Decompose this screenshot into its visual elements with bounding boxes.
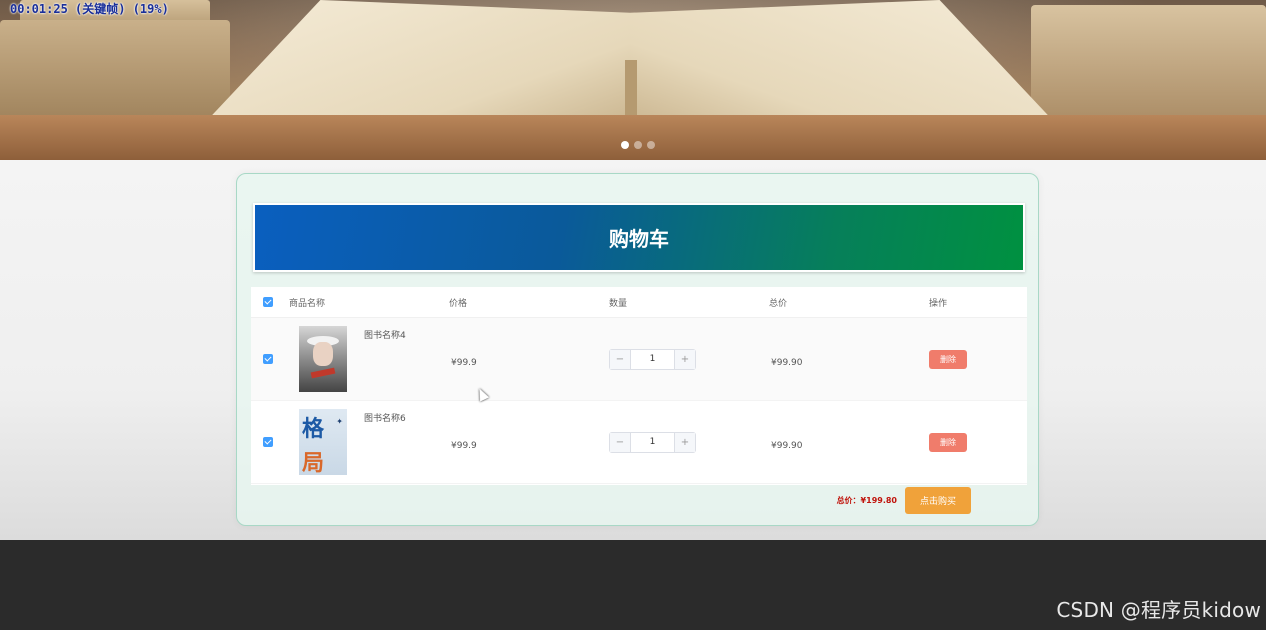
- delete-button[interactable]: 删除: [929, 432, 967, 452]
- cart-table: 商品名称 价格 数量 总价 操作 ¥99.9 − 1 + ¥99.90 删除 图…: [251, 287, 1027, 485]
- carousel-dot-2[interactable]: [634, 141, 642, 149]
- item-name: 图书名称6: [364, 414, 406, 424]
- header-action: 操作: [929, 298, 948, 309]
- cart-panel: 购物车 商品名称 价格 数量 总价 操作 ¥99.9 − 1 + ¥99.90 …: [236, 173, 1039, 526]
- carousel-indicators[interactable]: [621, 141, 655, 149]
- increase-button[interactable]: +: [674, 432, 695, 452]
- delete-button[interactable]: 删除: [929, 349, 967, 369]
- quantity-input[interactable]: 1: [631, 350, 674, 369]
- header-name: 商品名称: [289, 298, 326, 309]
- item-name: 图书名称4: [364, 331, 406, 341]
- item-price: ¥99.9: [451, 357, 477, 368]
- select-all-checkbox[interactable]: [263, 297, 273, 307]
- table-row: ¥99.9 − 1 + ¥99.90 删除 图书名称4: [251, 318, 1027, 401]
- banner-book-stack-right: [1031, 5, 1266, 130]
- recording-timer: 00:01:25 (关键帧) (19%): [10, 2, 169, 16]
- star-icon: ✦: [336, 417, 343, 426]
- carousel-dot-3[interactable]: [647, 141, 655, 149]
- quantity-input[interactable]: 1: [631, 433, 674, 452]
- decrease-button[interactable]: −: [610, 349, 631, 369]
- banner-book-stack-left: [0, 20, 230, 130]
- item-total: ¥99.90: [771, 440, 803, 451]
- table-row: 格 ✦ 局 ¥99.9 − 1 + ¥99.90 删除 图书名称6: [251, 401, 1027, 484]
- banner-open-book: [200, 0, 1060, 128]
- item-checkbox[interactable]: [263, 354, 273, 364]
- item-price: ¥99.9: [451, 440, 477, 451]
- decrease-button[interactable]: −: [610, 432, 631, 452]
- cart-title: 购物车: [609, 227, 669, 251]
- header-price: 价格: [449, 298, 468, 309]
- cart-title-banner: 购物车: [253, 203, 1025, 272]
- cart-summary: 总价：¥199.80 点击购买: [251, 485, 1027, 515]
- total-price-label: 总价：¥199.80: [836, 495, 897, 505]
- header-quantity: 数量: [609, 298, 628, 309]
- carousel-dot-1[interactable]: [621, 141, 629, 149]
- quantity-stepper: − 1 +: [609, 431, 696, 453]
- item-total: ¥99.90: [771, 357, 803, 368]
- cart-table-header: 商品名称 价格 数量 总价 操作: [251, 287, 1027, 318]
- watermark: CSDN @程序员kidow: [1056, 598, 1261, 622]
- quantity-stepper: − 1 +: [609, 348, 696, 370]
- increase-button[interactable]: +: [674, 349, 695, 369]
- header-total: 总价: [769, 298, 788, 309]
- book-cover-image[interactable]: [299, 326, 347, 392]
- buy-button[interactable]: 点击购买: [905, 486, 971, 514]
- banner-table: [0, 115, 1266, 160]
- item-checkbox[interactable]: [263, 437, 273, 447]
- banner-carousel: 00:01:25 (关键帧) (19%): [0, 0, 1266, 160]
- book-cover-image[interactable]: 格 ✦ 局: [299, 409, 347, 475]
